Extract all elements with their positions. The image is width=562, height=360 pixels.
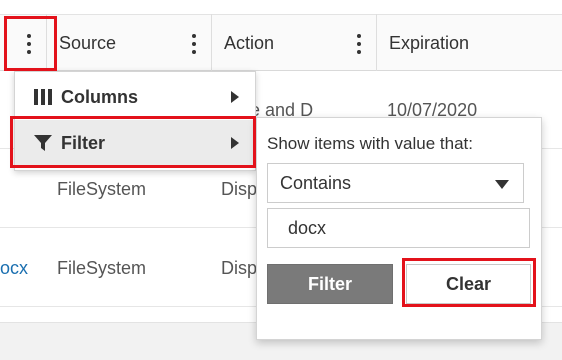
menu-item-label: Filter — [61, 132, 106, 153]
filter-operator-dropdown[interactable]: Contains — [267, 163, 524, 203]
source-column-menu-icon[interactable] — [189, 32, 199, 56]
row-name-cell[interactable]: ocx — [0, 229, 46, 307]
menu-item-columns[interactable]: Columns — [15, 74, 255, 120]
column-title-expiration: Expiration — [389, 33, 470, 53]
row-source-cell: FileSystem — [57, 257, 147, 278]
column-divider[interactable] — [46, 14, 47, 71]
column-divider[interactable] — [376, 14, 377, 71]
column-header-expiration[interactable]: Expiration — [389, 15, 469, 72]
column-options-menu: Columns Filter — [14, 71, 256, 171]
column-divider[interactable] — [211, 14, 212, 71]
column-header-action[interactable]: Action — [224, 15, 274, 72]
action-column-menu-icon[interactable] — [354, 32, 364, 56]
row-action-cell: Disp — [221, 257, 258, 278]
clear-button[interactable]: Clear — [406, 264, 531, 304]
filter-value-text: docx — [288, 217, 327, 238]
caret-down-icon — [495, 180, 509, 189]
filter-panel: Show items with value that: Contains doc… — [256, 117, 542, 340]
filter-icon — [34, 135, 52, 151]
menu-item-label: Columns — [61, 86, 139, 107]
filter-operator-value: Contains — [280, 172, 352, 193]
menu-item-filter[interactable]: Filter — [15, 120, 255, 166]
filter-value-input[interactable]: docx — [267, 208, 530, 248]
columns-icon — [34, 89, 52, 105]
submenu-arrow-icon — [231, 137, 239, 149]
filter-instructions-label: Show items with value that: — [267, 134, 473, 153]
filter-button[interactable]: Filter — [267, 264, 393, 304]
column-header-source[interactable]: Source — [59, 15, 116, 72]
submenu-arrow-icon — [231, 91, 239, 103]
column-title-action: Action — [224, 33, 275, 53]
first-column-menu-icon[interactable] — [24, 32, 34, 56]
grid-header-row: Source Action Expiration — [0, 14, 562, 71]
column-title-source: Source — [59, 33, 117, 53]
